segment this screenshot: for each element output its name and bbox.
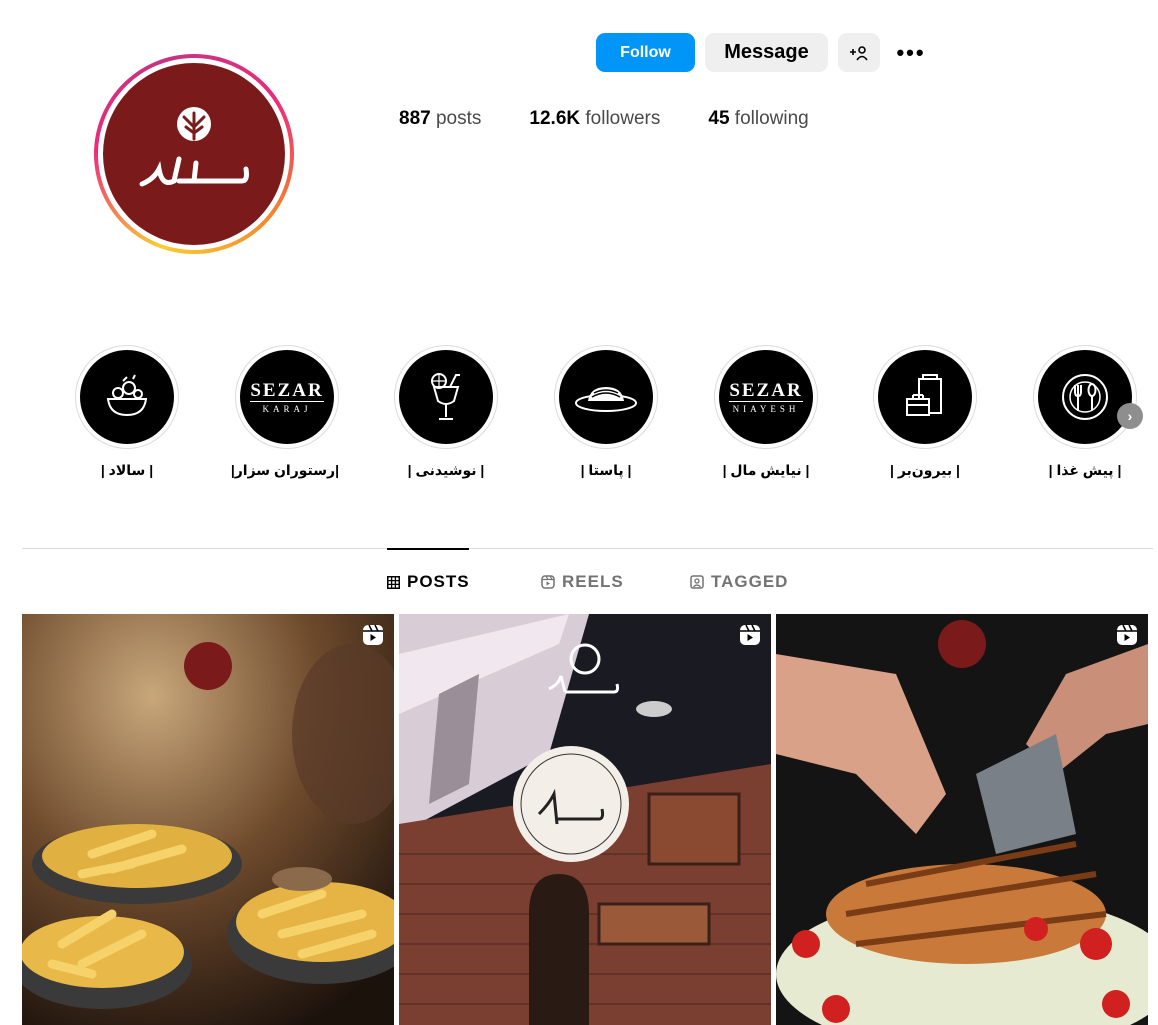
sezar-karaj-logo: SEZAR [250, 379, 324, 402]
active-tab-indicator [387, 548, 469, 550]
highlight-label: | سالاد | [100, 462, 154, 478]
highlight-label: | پاستا | [580, 462, 632, 478]
cocktail-icon [431, 373, 460, 420]
highlight-sezar-karaj[interactable]: SEZAR KARAJ |رستوران سزار| [230, 345, 339, 479]
plate-fork-spoon-icon [1062, 374, 1108, 420]
highlight-salad[interactable]: | سالاد | [75, 345, 179, 479]
message-button[interactable]: Message [705, 33, 828, 72]
highlight-sezar-niayesh[interactable]: SEZAR NIAYESH | نیایش مال | [714, 345, 818, 479]
reels-icon [541, 575, 555, 589]
restaurant-sign-photo [399, 614, 771, 1025]
highlight-drinks[interactable]: | نوشیدنی | [394, 345, 498, 479]
tab-posts[interactable]: POSTS [387, 572, 470, 592]
highlight-label: |رستوران سزار| [230, 462, 339, 478]
grid-icon [387, 575, 400, 589]
highlight-label: | نوشیدنی | [407, 462, 485, 478]
sezar-niayesh-logo: SEZAR [729, 379, 803, 402]
follow-button[interactable]: Follow [596, 33, 695, 72]
highlight-label: | پیش غذا | [1048, 462, 1122, 478]
highlight-takeaway[interactable]: | بیرون‌بر | [873, 345, 977, 479]
reel-indicator-icon [363, 624, 383, 645]
followers-count[interactable]: 12.6K followers [529, 108, 660, 130]
tagged-icon [690, 575, 704, 589]
tabs-divider [22, 548, 1153, 549]
profile-actions: Follow Message ••• [596, 33, 932, 72]
next-highlights-button[interactable]: › [1117, 403, 1143, 429]
profile-avatar-ring[interactable] [94, 54, 294, 254]
post-restaurant-sign[interactable] [399, 614, 771, 1025]
tab-reels[interactable]: REELS [541, 572, 624, 592]
add-person-icon [850, 45, 868, 60]
reel-indicator-icon [740, 624, 760, 645]
fries-photo [22, 614, 394, 1025]
highlight-pasta[interactable]: | پاستا | [554, 345, 658, 479]
avatar [103, 63, 285, 245]
suggest-user-button[interactable] [838, 33, 880, 72]
highlight-label: | نیایش مال | [722, 462, 810, 478]
story-highlights: | سالاد | SEZAR KARAJ |رستوران سزار| | ن… [75, 345, 1155, 495]
post-chicken-salad[interactable] [776, 614, 1148, 1025]
takeaway-boxes-icon [906, 374, 942, 416]
salad-bowl-icon [106, 374, 148, 417]
chicken-salad-photo [776, 614, 1148, 1025]
pasta-plate-icon [575, 387, 637, 412]
highlight-label: | بیرون‌بر | [890, 462, 960, 478]
profile-stats: 887 posts 12.6K followers 45 following [399, 108, 809, 130]
post-fries[interactable] [22, 614, 394, 1025]
posts-count: 887 posts [399, 108, 482, 129]
reel-indicator-icon [1117, 624, 1137, 645]
following-count[interactable]: 45 following [708, 108, 808, 130]
more-options-button[interactable]: ••• [890, 33, 932, 72]
sezar-logo-icon [139, 107, 249, 187]
tab-tagged[interactable]: TAGGED [690, 572, 788, 592]
